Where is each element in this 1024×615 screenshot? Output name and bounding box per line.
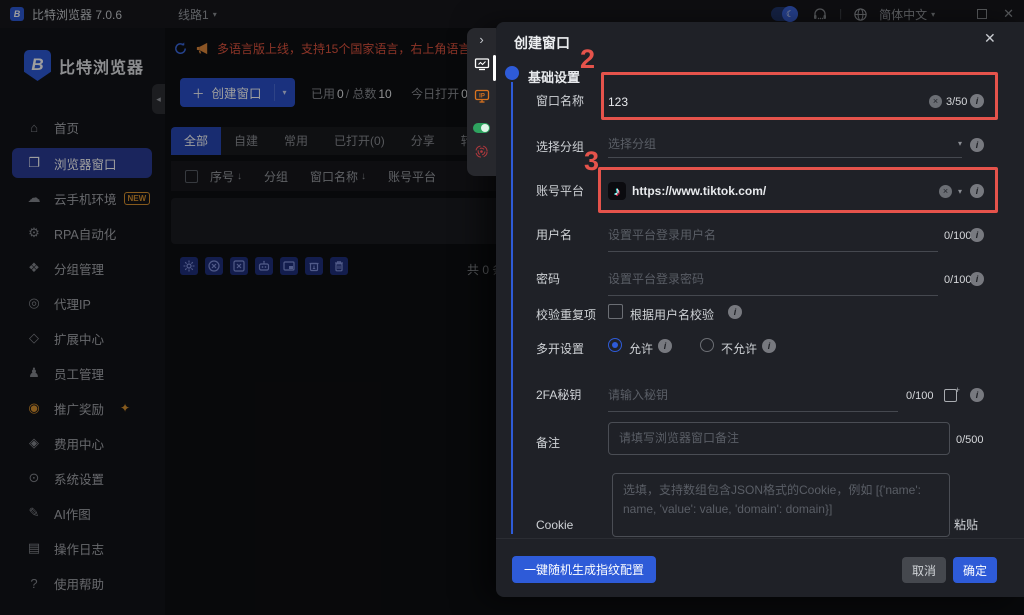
password-input[interactable] bbox=[608, 272, 938, 286]
tfa-label: 2FA秘钥 bbox=[536, 386, 581, 403]
confirm-button[interactable]: 确定 bbox=[953, 557, 997, 583]
rail-proxy-ip-icon[interactable]: IP bbox=[467, 88, 496, 109]
username-input[interactable] bbox=[608, 228, 938, 242]
tfa-field bbox=[608, 378, 898, 412]
deny-label: 不允许 bbox=[721, 340, 757, 357]
dialog-side-rail: › IP bbox=[467, 28, 496, 176]
rail-fingerprint-icon[interactable] bbox=[467, 144, 496, 164]
username-label: 用户名 bbox=[536, 226, 572, 243]
chevron-down-icon[interactable]: ▾ bbox=[958, 139, 962, 148]
rail-expand-chevron-icon[interactable]: › bbox=[467, 32, 496, 47]
rail-browser-window-icon[interactable] bbox=[467, 56, 496, 77]
username-field bbox=[608, 218, 938, 252]
create-window-dialog: 创建窗口 ✕ 基础设置 窗口名称 × 3/50 i 选择分组 ▾ i 账号平台 … bbox=[496, 22, 1024, 597]
dialog-close-icon[interactable]: ✕ bbox=[984, 30, 996, 47]
allow-radio[interactable] bbox=[608, 338, 622, 352]
password-counter: 0/100 bbox=[944, 274, 972, 286]
dialog-title: 创建窗口 bbox=[514, 33, 570, 53]
allow-label: 允许 bbox=[629, 340, 653, 357]
section-title: 基础设置 bbox=[528, 67, 580, 86]
window-name-label: 窗口名称 bbox=[536, 92, 584, 109]
rail-switch-toggle[interactable] bbox=[467, 120, 496, 138]
info-icon[interactable]: i bbox=[970, 228, 984, 242]
group-select-input[interactable] bbox=[608, 137, 952, 151]
annotation-highlight-window-name bbox=[601, 72, 998, 120]
info-icon[interactable]: i bbox=[762, 339, 776, 353]
svg-text:IP: IP bbox=[479, 94, 485, 100]
deny-radio[interactable] bbox=[700, 338, 714, 352]
section-progress-line bbox=[511, 82, 513, 534]
multi-open-label: 多开设置 bbox=[536, 340, 584, 357]
remark-label: 备注 bbox=[536, 434, 560, 451]
info-icon[interactable]: i bbox=[970, 138, 984, 152]
annotation-step-2: 2 bbox=[580, 44, 595, 75]
cookie-label: Cookie bbox=[536, 518, 573, 532]
dup-check-option-label: 根据用户名校验 bbox=[630, 306, 714, 323]
info-icon[interactable]: i bbox=[728, 305, 742, 319]
paste-button[interactable]: 粘贴 bbox=[954, 516, 978, 533]
password-label: 密码 bbox=[536, 270, 560, 287]
dup-check-label: 校验重复项 bbox=[536, 306, 596, 323]
info-icon[interactable]: i bbox=[658, 339, 672, 353]
remark-textarea[interactable] bbox=[608, 422, 950, 455]
username-counter: 0/100 bbox=[944, 230, 972, 242]
generate-fingerprint-button[interactable]: 一键随机生成指纹配置 bbox=[512, 556, 656, 583]
group-label: 选择分组 bbox=[536, 138, 584, 155]
dialog-footer: 一键随机生成指纹配置 取消 确定 bbox=[496, 538, 1024, 597]
dup-check-checkbox[interactable] bbox=[608, 304, 623, 319]
cookie-textarea[interactable] bbox=[612, 473, 950, 537]
remark-counter: 0/500 bbox=[956, 434, 984, 446]
annotation-highlight-platform bbox=[598, 167, 998, 213]
annotation-step-3: 3 bbox=[584, 146, 599, 177]
otp-generate-icon[interactable]: + bbox=[944, 389, 957, 402]
tfa-input[interactable] bbox=[608, 388, 898, 402]
cancel-button[interactable]: 取消 bbox=[902, 557, 946, 583]
password-field bbox=[608, 262, 938, 296]
info-icon[interactable]: i bbox=[970, 272, 984, 286]
group-select[interactable]: ▾ bbox=[608, 130, 962, 158]
section-step-dot bbox=[505, 66, 519, 80]
platform-label: 账号平台 bbox=[536, 182, 584, 199]
app-window: B 比特浏览器 7.0.6 线路1▾ ☾ | 简体中文▾ ✕ B 比特浏览器 ◂… bbox=[0, 0, 1024, 615]
tfa-counter: 0/100 bbox=[906, 390, 934, 402]
info-icon[interactable]: i bbox=[970, 388, 984, 402]
